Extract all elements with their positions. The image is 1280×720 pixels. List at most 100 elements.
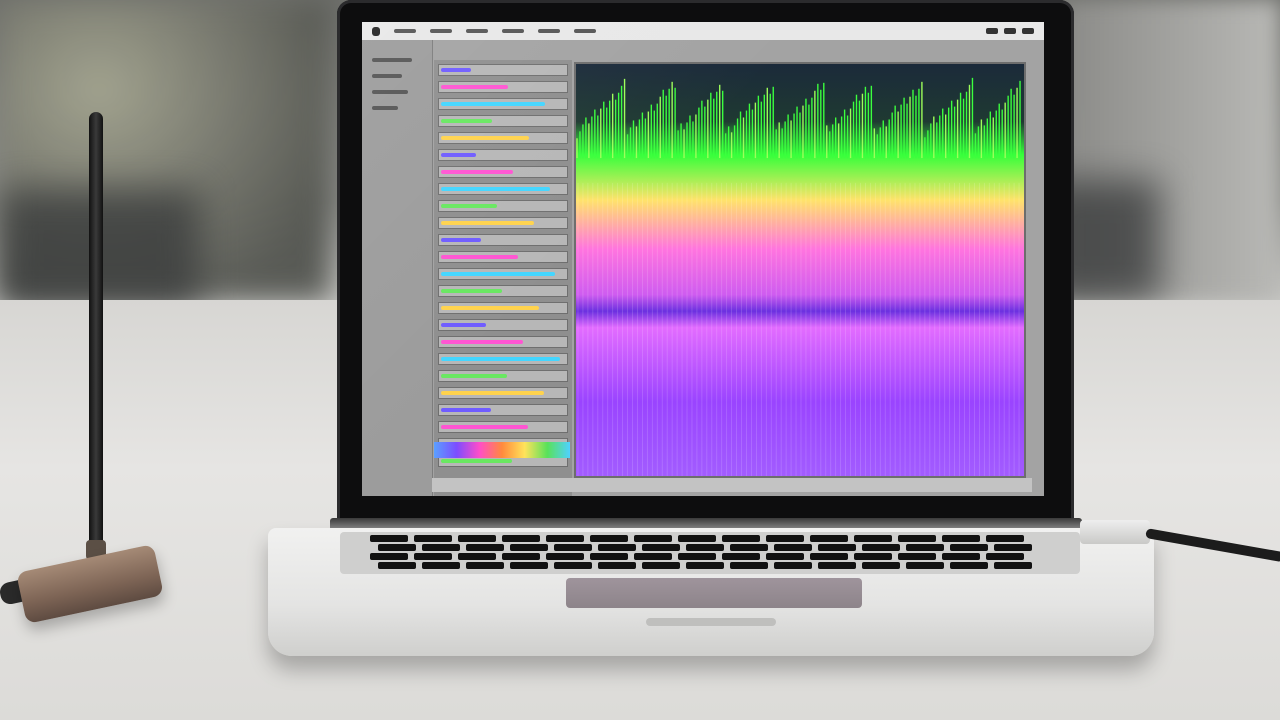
keyboard-key[interactable] [766, 553, 804, 560]
track-row[interactable] [438, 149, 568, 161]
keyboard-key[interactable] [686, 544, 724, 551]
keyboard-key[interactable] [818, 562, 856, 569]
keyboard[interactable] [340, 532, 1080, 574]
keyboard-key[interactable] [546, 535, 584, 542]
keyboard-key[interactable] [678, 553, 716, 560]
keyboard-key[interactable] [766, 535, 804, 542]
track-row[interactable] [438, 370, 568, 382]
track-row[interactable] [438, 166, 568, 178]
menu-item[interactable] [538, 29, 560, 33]
keyboard-key[interactable] [378, 562, 416, 569]
keyboard-key[interactable] [994, 544, 1032, 551]
track-row[interactable] [438, 336, 568, 348]
keyboard-key[interactable] [590, 535, 628, 542]
keyboard-key[interactable] [898, 535, 936, 542]
track-row[interactable] [438, 268, 568, 280]
keyboard-key[interactable] [642, 544, 680, 551]
keyboard-key[interactable] [458, 535, 496, 542]
keyboard-key[interactable] [722, 535, 760, 542]
keyboard-key[interactable] [942, 553, 980, 560]
clock-icon[interactable] [1022, 28, 1034, 34]
keyboard-key[interactable] [942, 535, 980, 542]
track-row[interactable] [438, 183, 568, 195]
track-row[interactable] [438, 387, 568, 399]
keyboard-key[interactable] [950, 562, 988, 569]
keyboard-key[interactable] [906, 544, 944, 551]
keyboard-key[interactable] [810, 535, 848, 542]
keyboard-key[interactable] [502, 535, 540, 542]
keyboard-key[interactable] [422, 544, 460, 551]
keyboard-key[interactable] [458, 553, 496, 560]
keyboard-key[interactable] [414, 553, 452, 560]
menu-item[interactable] [430, 29, 452, 33]
keyboard-key[interactable] [422, 562, 460, 569]
track-row[interactable] [438, 353, 568, 365]
menu-item[interactable] [466, 29, 488, 33]
keyboard-key[interactable] [510, 562, 548, 569]
menu-item[interactable] [394, 29, 416, 33]
keyboard-key[interactable] [546, 553, 584, 560]
left-panel-item[interactable] [372, 90, 408, 94]
track-row[interactable] [438, 285, 568, 297]
keyboard-key[interactable] [466, 544, 504, 551]
keyboard-key[interactable] [370, 535, 408, 542]
keyboard-key[interactable] [678, 535, 716, 542]
track-row[interactable] [438, 200, 568, 212]
keyboard-key[interactable] [774, 544, 812, 551]
keyboard-key[interactable] [810, 553, 848, 560]
menu-bar [362, 22, 1044, 40]
track-row[interactable] [438, 64, 568, 76]
track-row[interactable] [438, 404, 568, 416]
keyboard-key[interactable] [686, 562, 724, 569]
keyboard-key[interactable] [722, 553, 760, 560]
keyboard-key[interactable] [898, 553, 936, 560]
apple-icon[interactable] [372, 26, 380, 36]
spectrogram[interactable] [574, 62, 1026, 478]
track-row[interactable] [438, 217, 568, 229]
track-row[interactable] [438, 81, 568, 93]
keyboard-key[interactable] [986, 553, 1024, 560]
track-row[interactable] [438, 115, 568, 127]
menu-item[interactable] [574, 29, 596, 33]
menu-item[interactable] [502, 29, 524, 33]
keyboard-key[interactable] [854, 535, 892, 542]
keyboard-key[interactable] [554, 544, 592, 551]
keyboard-key[interactable] [598, 544, 636, 551]
keyboard-key[interactable] [730, 562, 768, 569]
keyboard-key[interactable] [774, 562, 812, 569]
keyboard-key[interactable] [862, 544, 900, 551]
keyboard-key[interactable] [818, 544, 856, 551]
left-panel-item[interactable] [372, 58, 412, 62]
keyboard-key[interactable] [414, 535, 452, 542]
track-row[interactable] [438, 302, 568, 314]
trackpad[interactable] [566, 578, 862, 608]
keyboard-key[interactable] [906, 562, 944, 569]
keyboard-key[interactable] [554, 562, 592, 569]
keyboard-key[interactable] [598, 562, 636, 569]
track-row[interactable] [438, 132, 568, 144]
keyboard-key[interactable] [370, 553, 408, 560]
left-panel-item[interactable] [372, 106, 398, 110]
keyboard-key[interactable] [994, 562, 1032, 569]
keyboard-key[interactable] [642, 562, 680, 569]
wifi-icon[interactable] [986, 28, 998, 34]
keyboard-key[interactable] [510, 544, 548, 551]
keyboard-key[interactable] [634, 553, 672, 560]
track-row[interactable] [438, 319, 568, 331]
keyboard-key[interactable] [730, 544, 768, 551]
keyboard-key[interactable] [590, 553, 628, 560]
track-row[interactable] [438, 251, 568, 263]
keyboard-key[interactable] [854, 553, 892, 560]
keyboard-key[interactable] [986, 535, 1024, 542]
keyboard-key[interactable] [378, 544, 416, 551]
keyboard-key[interactable] [502, 553, 540, 560]
keyboard-key[interactable] [950, 544, 988, 551]
keyboard-key[interactable] [634, 535, 672, 542]
left-panel-item[interactable] [372, 74, 402, 78]
track-row[interactable] [438, 421, 568, 433]
track-row[interactable] [438, 234, 568, 246]
track-row[interactable] [438, 98, 568, 110]
keyboard-key[interactable] [466, 562, 504, 569]
keyboard-key[interactable] [862, 562, 900, 569]
battery-icon[interactable] [1004, 28, 1016, 34]
